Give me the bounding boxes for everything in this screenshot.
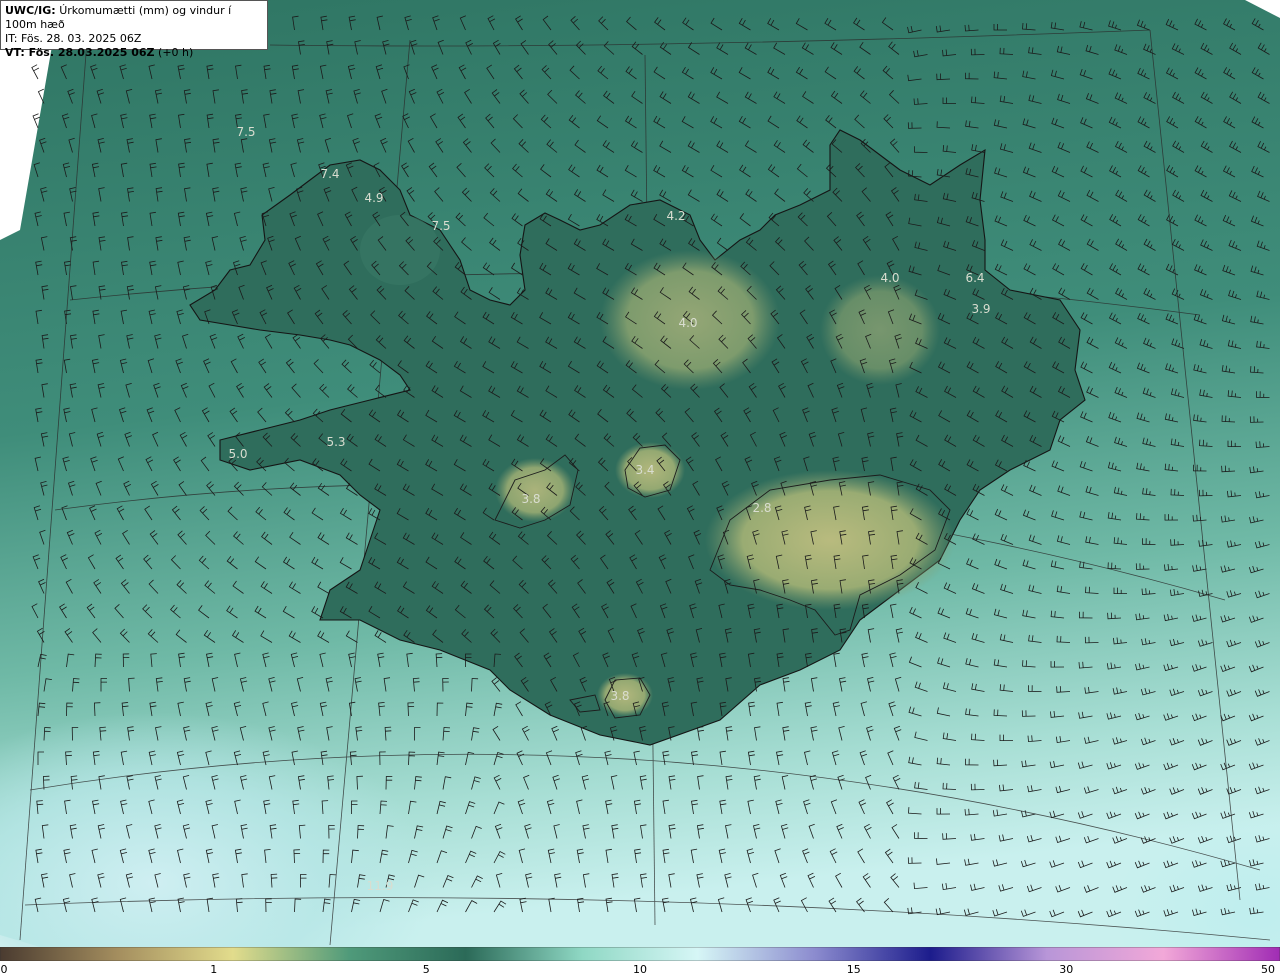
colorbar — [0, 947, 1280, 961]
map-label: 6.4 — [965, 271, 984, 285]
map-label: 3.9 — [971, 302, 990, 316]
init-time: IT: Fös. 28. 03. 2025 06Z — [5, 32, 142, 45]
map-label: 11.9 — [367, 879, 394, 893]
colorbar-tick-label: 1 — [210, 963, 218, 976]
colorbar-tick-label: 5 — [422, 963, 430, 976]
colorbar-tick-label: 15 — [846, 963, 861, 976]
map-label: 4.0 — [880, 271, 899, 285]
map-label: 3.8 — [610, 689, 629, 703]
map-label: 5.0 — [228, 447, 247, 461]
model-name: UWC/IG: — [5, 4, 56, 17]
valid-time-line: VT: Fös. 28.03.2025 06Z (+0 h) — [5, 46, 263, 60]
map-label: 4.0 — [678, 316, 697, 330]
map-label: 5.3 — [326, 435, 345, 449]
title-box: UWC/IG: Úrkomumætti (mm) og vindur í 100… — [0, 0, 268, 59]
map-label: 7.5 — [431, 219, 450, 233]
colorbar-tick-label: 50 — [1261, 963, 1275, 976]
lead-time: (+0 h) — [158, 46, 194, 59]
map-label: 4.9 — [364, 191, 383, 205]
map-label: 3.8 — [521, 492, 540, 506]
map-label: 4.2 — [666, 209, 685, 223]
title-line: UWC/IG: Úrkomumætti (mm) og vindur í 100… — [5, 4, 263, 32]
colorbar-tick-label: 0 — [0, 963, 8, 976]
colorbar-tick-label: 30 — [1059, 963, 1074, 976]
precipitable-water-map: 7.5 7.4 4.9 7.5 4.2 4.0 6.4 3.9 4.0 5.0 … — [0, 0, 1280, 947]
valid-time: VT: Fös. 28.03.2025 06Z — [5, 46, 155, 59]
colorbar-tick-label: 10 — [633, 963, 647, 976]
map-label: 7.5 — [236, 125, 255, 139]
map-label: 3.4 — [635, 463, 654, 477]
map-label: 7.4 — [320, 167, 339, 181]
colorbar-labels: 0 1 5 10 15 30 50 — [0, 962, 1280, 978]
map-label: 2.8 — [752, 501, 771, 515]
